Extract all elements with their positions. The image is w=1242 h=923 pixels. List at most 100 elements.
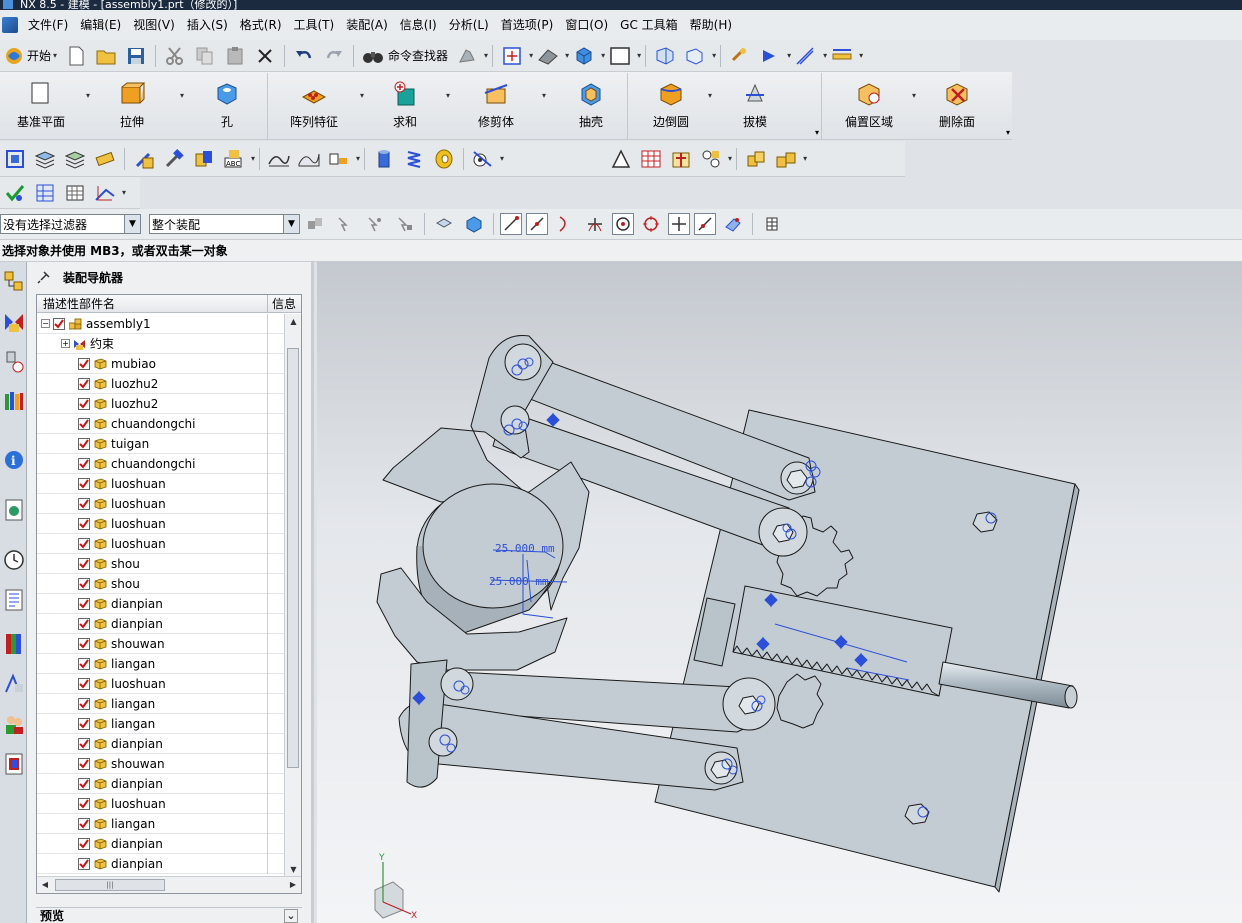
cylinder-button[interactable] bbox=[371, 146, 397, 172]
pin-icon[interactable] bbox=[37, 270, 51, 284]
selection-filter-dropdown[interactable]: 没有选择过滤器 ▼ bbox=[0, 214, 141, 234]
graphics-viewport[interactable]: 25.000 mm 25.000 mm Y X bbox=[317, 262, 1242, 923]
tree-row-part[interactable]: luoshuan bbox=[37, 534, 285, 554]
table-button[interactable] bbox=[638, 146, 664, 172]
delete-button[interactable] bbox=[252, 43, 278, 69]
tree-row-part[interactable]: dianpian bbox=[37, 594, 285, 614]
menu-insert[interactable]: 插入(S) bbox=[181, 10, 234, 40]
column-part-name[interactable]: 描述性部件名 bbox=[37, 295, 268, 312]
visibility-checkbox[interactable] bbox=[78, 377, 90, 390]
visibility-checkbox[interactable] bbox=[78, 557, 90, 570]
new-component-button[interactable] bbox=[161, 146, 187, 172]
tree-row-part[interactable]: dianpian bbox=[37, 854, 285, 874]
visibility-checkbox[interactable] bbox=[78, 797, 90, 810]
roles-tab[interactable] bbox=[0, 704, 27, 744]
tree-row-root[interactable]: − assembly1 bbox=[37, 314, 285, 334]
snap-view-button[interactable] bbox=[727, 43, 753, 69]
explosion-view-button[interactable] bbox=[62, 180, 88, 206]
add-component-button[interactable] bbox=[131, 146, 157, 172]
draft-button[interactable]: 拔模 bbox=[740, 74, 770, 138]
lever-arm[interactable] bbox=[406, 659, 448, 788]
menu-preferences[interactable]: 首选项(P) bbox=[495, 10, 560, 40]
tree-row-part[interactable]: dianpian bbox=[37, 734, 285, 754]
edge-blend-button[interactable]: 边倒圆 bbox=[650, 74, 692, 138]
tree-row-part[interactable]: luoshuan bbox=[37, 474, 285, 494]
snap-center-button[interactable] bbox=[612, 213, 634, 235]
clip-section-button[interactable] bbox=[682, 43, 708, 69]
check-geometry-button[interactable] bbox=[2, 180, 28, 206]
visibility-checkbox[interactable] bbox=[78, 637, 90, 650]
tree-row-part[interactable]: liangan bbox=[37, 654, 285, 674]
measure-tool-button[interactable] bbox=[92, 146, 118, 172]
collapse-preview-icon[interactable]: ⌄ bbox=[284, 908, 298, 923]
tree-row-part[interactable]: dianpian bbox=[37, 774, 285, 794]
visibility-checkbox[interactable] bbox=[53, 317, 65, 330]
view-triad[interactable]: Y X bbox=[374, 853, 417, 921]
start-button[interactable]: 开始 ▾ bbox=[0, 43, 61, 69]
copy-button[interactable] bbox=[192, 43, 218, 69]
constraint-navigator-tab[interactable] bbox=[0, 302, 27, 342]
visibility-checkbox[interactable] bbox=[78, 697, 90, 710]
snap-midpoint-button[interactable] bbox=[526, 213, 548, 235]
web-browser-tab[interactable] bbox=[0, 490, 27, 530]
scroll-up-icon[interactable]: ▲ bbox=[285, 314, 301, 330]
tree-row-part[interactable]: luoshuan bbox=[37, 674, 285, 694]
assembly-order-button[interactable] bbox=[743, 146, 769, 172]
menu-information[interactable]: 信息(I) bbox=[394, 10, 443, 40]
scroll-right-icon[interactable]: ▶ bbox=[285, 877, 301, 893]
menu-format[interactable]: 格式(R) bbox=[234, 10, 288, 40]
visibility-checkbox[interactable] bbox=[78, 537, 90, 550]
visibility-checkbox[interactable] bbox=[78, 497, 90, 510]
grid-snap-button[interactable] bbox=[759, 211, 785, 237]
tree-row-part[interactable]: liangan bbox=[37, 714, 285, 734]
background-button[interactable] bbox=[607, 43, 633, 69]
component-properties-button[interactable] bbox=[32, 180, 58, 206]
visibility-checkbox[interactable] bbox=[78, 397, 90, 410]
visibility-checkbox[interactable] bbox=[78, 837, 90, 850]
unite-button[interactable]: 求和 bbox=[388, 74, 422, 138]
undo-button[interactable] bbox=[291, 43, 317, 69]
visibility-checkbox[interactable] bbox=[78, 477, 90, 490]
paste-button[interactable] bbox=[222, 43, 248, 69]
visibility-checkbox[interactable] bbox=[78, 357, 90, 370]
extrude-button[interactable]: 拉伸 bbox=[112, 74, 152, 138]
scroll-thumb[interactable]: ||| bbox=[55, 879, 165, 891]
menu-assembly[interactable]: 装配(A) bbox=[340, 10, 394, 40]
hole-button[interactable]: 孔 bbox=[212, 74, 242, 138]
expand-icon[interactable]: + bbox=[61, 339, 70, 348]
group-expand-icon[interactable]: ▾ bbox=[815, 128, 819, 137]
selection-scope-dropdown[interactable]: 整个装配 ▼ bbox=[149, 214, 300, 234]
visibility-checkbox[interactable] bbox=[78, 657, 90, 670]
select-face-button[interactable] bbox=[392, 211, 418, 237]
surface-button[interactable] bbox=[296, 146, 322, 172]
tree-row-part[interactable]: shouwan bbox=[37, 634, 285, 654]
spring-button[interactable] bbox=[401, 146, 427, 172]
visibility-checkbox[interactable] bbox=[78, 617, 90, 630]
layers-button[interactable] bbox=[32, 146, 58, 172]
reuse-library-tab[interactable] bbox=[0, 382, 27, 422]
palette-tab[interactable] bbox=[0, 624, 27, 664]
select-feature-button[interactable] bbox=[332, 211, 358, 237]
select-solid-button[interactable] bbox=[461, 211, 487, 237]
delete-face-button[interactable]: 删除面 bbox=[936, 74, 978, 138]
column-info[interactable]: 信息 bbox=[268, 295, 301, 312]
tree-row-part[interactable]: liangan bbox=[37, 694, 285, 714]
visibility-checkbox[interactable] bbox=[78, 857, 90, 870]
select-body-button[interactable] bbox=[431, 211, 457, 237]
wave-link-button[interactable] bbox=[92, 180, 118, 206]
snap-existing-point-button[interactable] bbox=[668, 213, 690, 235]
visibility-checkbox[interactable] bbox=[78, 717, 90, 730]
tree-row-part[interactable]: shou bbox=[37, 554, 285, 574]
system-materials-tab[interactable] bbox=[0, 664, 27, 704]
gear-button[interactable] bbox=[470, 146, 496, 172]
process-studio-tab[interactable] bbox=[0, 580, 27, 620]
visibility-checkbox[interactable] bbox=[78, 577, 90, 590]
tree-row-part[interactable]: liangan bbox=[37, 814, 285, 834]
text-annotation-button[interactable]: ABC bbox=[221, 146, 247, 172]
measure-distance-button[interactable] bbox=[829, 43, 855, 69]
touch-mode-button[interactable] bbox=[454, 43, 480, 69]
menu-help[interactable]: 帮助(H) bbox=[684, 10, 738, 40]
visibility-checkbox[interactable] bbox=[78, 757, 90, 770]
visibility-checkbox[interactable] bbox=[78, 777, 90, 790]
tree-row-constraints[interactable]: + 约束 bbox=[37, 334, 285, 354]
